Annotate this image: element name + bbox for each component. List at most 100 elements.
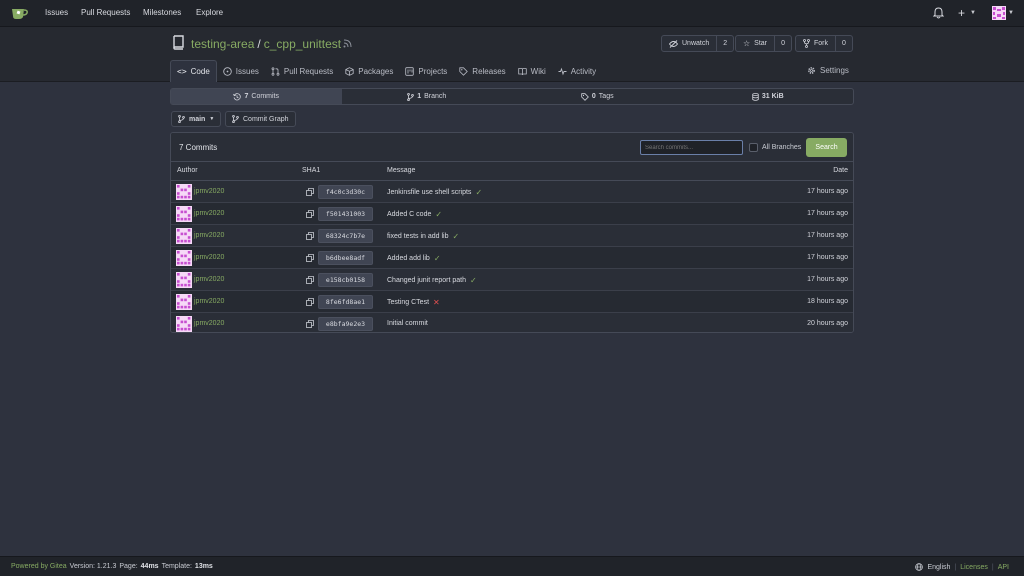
- commit-sha-link[interactable]: e8bfa9e2e3: [318, 317, 373, 331]
- rss-icon[interactable]: [343, 39, 352, 48]
- footer-template-time: 13ms: [194, 563, 213, 570]
- commit-author-link[interactable]: jpmv2020: [194, 276, 224, 283]
- tab-pull-requests[interactable]: Pull Requests: [265, 60, 339, 82]
- tab-settings[interactable]: Settings: [807, 66, 849, 75]
- column-date: Date: [833, 167, 848, 174]
- tab-code-label: Code: [190, 67, 210, 76]
- commit-message-link[interactable]: Jenkinsfile use shell scripts: [387, 189, 471, 196]
- tab-packages[interactable]: Packages: [339, 60, 399, 82]
- commit-sha-link[interactable]: f4c0c3d30c: [318, 185, 373, 199]
- commit-author-link[interactable]: jpmv2020: [194, 210, 224, 217]
- commit-author-link[interactable]: jpmv2020: [194, 188, 224, 195]
- avatar[interactable]: [176, 206, 192, 222]
- user-avatar[interactable]: [992, 6, 1006, 20]
- create-new-button[interactable]: +: [958, 6, 965, 20]
- star-button[interactable]: ☆ Star 0: [735, 35, 793, 52]
- tab-activity-label: Activity: [570, 66, 597, 76]
- nav-pull-requests[interactable]: Pull Requests: [81, 8, 130, 17]
- copy-icon[interactable]: [306, 276, 314, 284]
- fork-icon: [803, 39, 810, 48]
- tab-releases[interactable]: Releases: [453, 60, 511, 82]
- commit-sha-link[interactable]: 68324c7b7e: [318, 229, 373, 243]
- all-branches-checkbox[interactable]: [749, 143, 758, 152]
- copy-icon[interactable]: [306, 210, 314, 218]
- commit-sha-link[interactable]: b6dbee8adf: [318, 251, 373, 265]
- commit-date: 20 hours ago: [807, 320, 848, 327]
- stat-branches[interactable]: 1 Branch: [342, 89, 513, 104]
- search-button[interactable]: Search: [806, 138, 847, 157]
- footer-page-label: Page:: [119, 563, 138, 570]
- watch-button[interactable]: Unwatch 2: [661, 35, 735, 52]
- repo-tabs: <> Code Issues Pull Requests Packages Pr…: [170, 60, 602, 82]
- commits-table: 7 Commits All Branches Search Author SHA…: [170, 132, 854, 333]
- watch-count[interactable]: 2: [717, 36, 733, 51]
- tab-issues[interactable]: Issues: [217, 60, 265, 82]
- history-icon: [233, 92, 242, 100]
- tab-projects-label: Projects: [418, 66, 448, 76]
- fork-count[interactable]: 0: [836, 36, 852, 51]
- commit-message-link[interactable]: fixed tests in add lib: [387, 233, 448, 240]
- branch-selector[interactable]: main ▼: [171, 111, 222, 127]
- code-icon: <>: [177, 67, 187, 76]
- avatar[interactable]: [176, 294, 192, 310]
- repo-title: testing-area / c_cpp_unittest: [191, 37, 341, 51]
- language-selector[interactable]: English: [927, 564, 950, 571]
- commit-sha-link[interactable]: f501431003: [318, 207, 373, 221]
- graph-icon: [232, 115, 239, 123]
- commit-sha-link[interactable]: 8fe6fd8ae1: [318, 295, 373, 309]
- eye-slash-icon: [669, 39, 678, 48]
- api-link[interactable]: API: [998, 564, 1009, 571]
- branch-name: main: [189, 115, 206, 123]
- repo-name-link[interactable]: c_cpp_unittest: [264, 37, 341, 51]
- commit-graph-button[interactable]: Commit Graph: [225, 111, 296, 127]
- licenses-link[interactable]: Licenses: [960, 564, 988, 571]
- nav-explore[interactable]: Explore: [196, 8, 223, 17]
- powered-by-link[interactable]: Powered by Gitea: [11, 563, 67, 570]
- tab-code[interactable]: <> Code: [170, 60, 217, 82]
- commit-message-link[interactable]: Testing CTest: [387, 299, 429, 306]
- avatar[interactable]: [176, 316, 192, 332]
- commit-author-link[interactable]: jpmv2020: [194, 320, 224, 327]
- avatar[interactable]: [176, 184, 192, 200]
- gitea-logo-icon[interactable]: [11, 6, 29, 20]
- repo-owner-link[interactable]: testing-area: [191, 37, 254, 51]
- all-branches-label[interactable]: All Branches: [762, 144, 801, 151]
- tab-activity[interactable]: Activity: [552, 60, 602, 82]
- copy-icon[interactable]: [306, 254, 314, 262]
- star-count[interactable]: 0: [775, 36, 791, 51]
- nav-milestones[interactable]: Milestones: [143, 8, 181, 17]
- watch-label: Unwatch: [682, 40, 710, 47]
- avatar[interactable]: [176, 228, 192, 244]
- commit-sha-link[interactable]: e158cb0158: [318, 273, 373, 287]
- commit-message-link[interactable]: Initial commit: [387, 320, 428, 327]
- copy-icon[interactable]: [306, 188, 314, 196]
- copy-icon[interactable]: [306, 320, 314, 328]
- commit-message-link[interactable]: Added C code: [387, 211, 431, 218]
- commit-date: 17 hours ago: [807, 254, 848, 261]
- copy-icon[interactable]: [306, 298, 314, 306]
- tab-projects[interactable]: Projects: [399, 60, 453, 82]
- stat-commits[interactable]: 7 Commits: [171, 89, 342, 104]
- stat-tags[interactable]: 0 Tags: [512, 89, 683, 104]
- search-commits-input[interactable]: [640, 140, 743, 155]
- copy-icon[interactable]: [306, 232, 314, 240]
- stat-size[interactable]: 31 KiB: [683, 89, 854, 104]
- table-row: jpmv2020 f501431003 Added C code ✓ 17 hou…: [171, 203, 853, 225]
- avatar[interactable]: [176, 272, 192, 288]
- commit-message-link[interactable]: Added add lib: [387, 255, 430, 262]
- issue-icon: [223, 66, 232, 76]
- avatar[interactable]: [176, 250, 192, 266]
- pull-request-icon: [271, 66, 280, 76]
- fork-button[interactable]: Fork 0: [795, 35, 853, 52]
- commit-author-link[interactable]: jpmv2020: [194, 232, 224, 239]
- commit-author-link[interactable]: jpmv2020: [194, 254, 224, 261]
- repo-stats-bar: 7 Commits 1 Branch 0 Tags 31 KiB: [170, 88, 854, 105]
- notifications-bell-icon[interactable]: [933, 7, 944, 19]
- commit-author-link[interactable]: jpmv2020: [194, 298, 224, 305]
- package-icon: [345, 66, 354, 76]
- tab-wiki[interactable]: Wiki: [512, 60, 552, 82]
- commit-date: 17 hours ago: [807, 276, 848, 283]
- commit-message-link[interactable]: Changed junit report path: [387, 277, 466, 284]
- table-row: jpmv2020 8fe6fd8ae1 Testing CTest ✕ 18 ho…: [171, 291, 853, 313]
- nav-issues[interactable]: Issues: [45, 8, 68, 17]
